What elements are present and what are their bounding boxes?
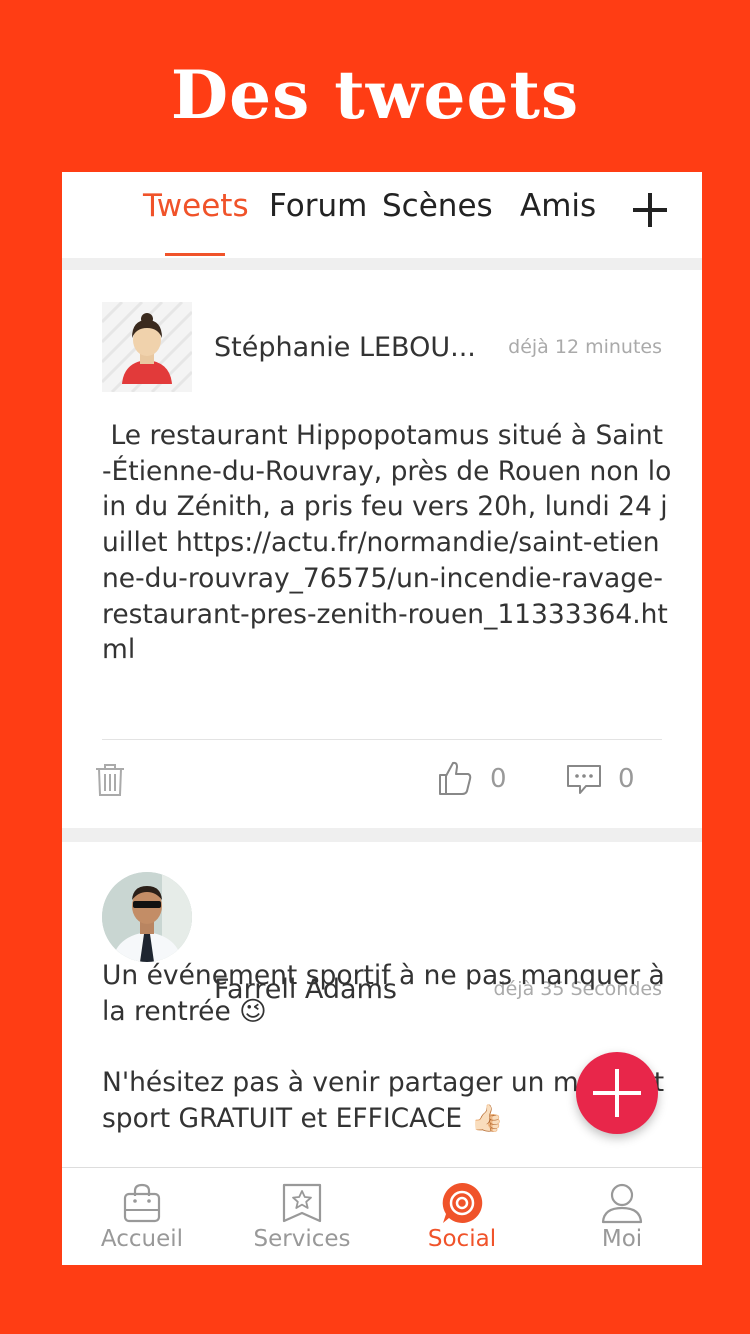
tabbar-item-social[interactable]: Social	[382, 1168, 542, 1265]
username[interactable]: Stéphanie LEBOU...	[214, 332, 476, 363]
tabbar-label: Accueil	[100, 1226, 184, 1252]
post-text: Le restaurant Hippopotamus situé à Saint…	[102, 420, 672, 666]
tabbar-label: Social	[427, 1226, 497, 1252]
bottom-tab-bar: Accueil Services Social Moi	[62, 1167, 702, 1265]
active-tab-indicator	[165, 253, 225, 256]
comment-icon[interactable]	[566, 764, 602, 796]
tabbar-label: Services	[253, 1226, 351, 1252]
tabbar-label: Moi	[601, 1226, 643, 1252]
divider	[102, 739, 662, 740]
star-bookmark-icon	[282, 1183, 322, 1223]
tabbar-item-accueil[interactable]: Accueil	[62, 1168, 222, 1265]
like-count: 0	[490, 764, 507, 794]
thumbs-up-icon[interactable]	[438, 760, 472, 796]
person-icon	[601, 1183, 643, 1224]
compose-fab-button[interactable]	[576, 1052, 658, 1134]
hero-title: Des tweets	[170, 56, 580, 134]
social-target-icon	[442, 1182, 483, 1223]
comment-count: 0	[618, 764, 635, 794]
trash-icon[interactable]	[94, 763, 126, 797]
post-card[interactable]: Stéphanie LEBOU... déjà 12 minutes Le re…	[62, 270, 702, 828]
tab-scenes[interactable]: Scènes	[382, 188, 493, 224]
top-navigation: Tweets Forum Scènes Amis	[62, 172, 702, 258]
add-icon[interactable]	[630, 190, 670, 230]
tabbar-item-moi[interactable]: Moi	[542, 1168, 702, 1265]
bag-icon	[123, 1183, 161, 1223]
avatar[interactable]	[102, 872, 192, 962]
timestamp: déjà 12 minutes	[508, 336, 662, 358]
tabbar-item-services[interactable]: Services	[222, 1168, 382, 1265]
avatar[interactable]	[102, 302, 192, 392]
tab-tweets[interactable]: Tweets	[143, 188, 249, 224]
tab-amis[interactable]: Amis	[520, 188, 596, 224]
tab-forum[interactable]: Forum	[269, 188, 367, 224]
app-screen: Tweets Forum Scènes Amis Stéphanie LEBOU…	[62, 172, 702, 1265]
